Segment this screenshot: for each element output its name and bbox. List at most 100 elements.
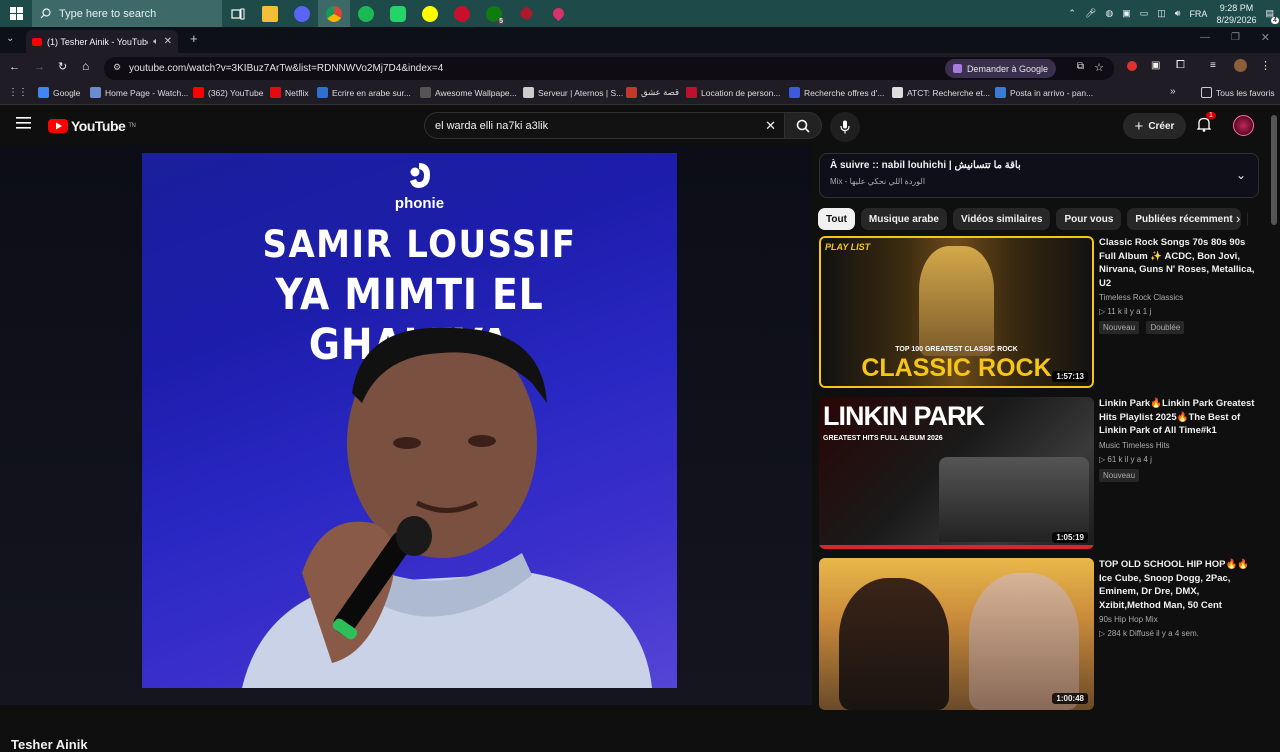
install-icon[interactable]: ⧉ (1077, 61, 1084, 72)
video-player[interactable]: phonie SAMIR LOUSSIF YA MIMTI EL GHALEYA… (0, 145, 812, 752)
profile-avatar[interactable] (1234, 59, 1247, 72)
taskbar-app-red[interactable] (446, 0, 478, 27)
recommendation-thumbnail[interactable]: LINKIN PARK GREATEST HITS FULL ALBUM 202… (819, 397, 1094, 549)
recommendation-item[interactable]: LINKIN PARK GREATEST HITS FULL ALBUM 202… (819, 397, 1264, 549)
forward-icon[interactable]: → (34, 61, 45, 73)
chips-next-icon[interactable]: › (1236, 211, 1240, 226)
app-tray-icon[interactable]: ▣ (1122, 8, 1131, 19)
taskbar-whatsapp[interactable] (382, 0, 414, 27)
tab-audio-icon[interactable]: 🔈︎ (153, 36, 158, 47)
bookmarks-overflow-icon[interactable]: » (1170, 86, 1176, 97)
youtube-search-button[interactable] (784, 112, 822, 139)
notification-center-icon[interactable]: ▤ 4 (1265, 8, 1279, 24)
bookmark-item[interactable]: Google (38, 87, 80, 98)
filter-chip[interactable]: Vidéos similaires (952, 208, 1051, 230)
back-icon[interactable]: ← (9, 61, 20, 73)
recommendation-channel[interactable]: Timeless Rock Classics (1099, 293, 1261, 302)
voice-search-button[interactable] (830, 112, 860, 142)
filter-chip[interactable]: Pour vous (1056, 208, 1122, 230)
bookmark-item[interactable]: Location de person... (686, 87, 780, 98)
browser-tab-active[interactable]: (1) Tesher Ainik - YouTube 🔈︎ ✕ (26, 30, 178, 53)
account-avatar[interactable] (1233, 115, 1254, 136)
minimize-button[interactable]: — (1200, 32, 1210, 43)
reload-icon[interactable]: ↻ (58, 60, 67, 73)
recommendation-channel[interactable]: 90s Hip Hop Mix (1099, 615, 1261, 624)
video-overlay-title[interactable]: Tesher Ainik (11, 737, 88, 752)
extension-red-icon[interactable] (1127, 61, 1137, 71)
filter-chip[interactable]: Musique arabe (860, 208, 947, 230)
bookmark-item[interactable]: Serveur | Aternos | S... (523, 87, 623, 98)
network-icon[interactable]: ◫ (1157, 8, 1166, 19)
ask-google-button[interactable]: Demander à Google (944, 59, 1056, 78)
tab-search-icon[interactable]: ⌄ (6, 33, 14, 44)
taskbar-app-pink[interactable] (542, 0, 574, 27)
bookmark-item[interactable]: Recherche offres d'... (789, 87, 884, 98)
taskbar-chrome[interactable] (318, 0, 350, 27)
recommendation-views: ▷ 11 k il y a 1 j (1099, 307, 1152, 316)
window-close-button[interactable]: ✕ (1261, 31, 1270, 44)
recommendation-item[interactable]: 1:00:48 TOP OLD SCHOOL HIP HOP🔥🔥 Ice Cub… (819, 558, 1264, 710)
chevron-down-icon[interactable]: ⌄ (1236, 168, 1246, 182)
battery-icon[interactable]: ▭ (1140, 8, 1149, 19)
extension-icon[interactable]: ▣ (1151, 60, 1160, 71)
taskbar-task-view[interactable] (222, 0, 254, 27)
recommendation-views: ▷ 61 k il y a 4 j (1099, 454, 1152, 464)
filter-chip[interactable]: Ré (1246, 208, 1248, 230)
bookmark-star-icon[interactable]: ☆ (1094, 61, 1104, 74)
all-bookmarks[interactable]: Tous les favoris (1201, 87, 1275, 98)
volume-icon[interactable]: 🔊︎ (1175, 8, 1181, 19)
site-info-icon[interactable]: ⚙︎ (113, 62, 121, 73)
recommendation-item[interactable]: PLAY LIST TOP 100 GREATEST CLASSIC ROCK … (819, 236, 1264, 388)
maximize-button[interactable]: ❐ (1231, 32, 1240, 43)
taskbar-snapchat[interactable] (414, 0, 446, 27)
notifications-button[interactable]: 1 (1197, 112, 1216, 132)
youtube-logo[interactable]: YouTube TN (48, 118, 136, 134)
taskbar-xbox[interactable]: 5 (478, 0, 510, 27)
language-indicator[interactable]: FRA (1189, 9, 1207, 19)
recommendation-title[interactable]: TOP OLD SCHOOL HIP HOP🔥🔥 Ice Cube, Snoop… (1099, 558, 1261, 612)
bookmark-item[interactable]: Ecrire en arabe sur... (317, 87, 411, 98)
taskbar-file-explorer[interactable] (254, 0, 286, 27)
video-duration: 1:05:19 (1052, 532, 1088, 543)
bookmark-item[interactable]: قصة عشق (626, 87, 679, 98)
bookmark-item[interactable]: ATCT: Recherche et... (892, 87, 990, 98)
create-button[interactable]: + Créer (1123, 113, 1186, 139)
youtube-search-input[interactable]: el warda elli na7ki a3lik ✕ (424, 112, 786, 139)
start-button[interactable] (0, 0, 32, 27)
recommendation-thumbnail[interactable]: 1:00:48 (819, 558, 1094, 710)
apps-grid-icon[interactable]: ⋮⋮ (8, 87, 28, 98)
filter-chip[interactable]: Tout (818, 208, 855, 230)
recommendation-channel[interactable]: Music Timeless Hits (1099, 441, 1261, 450)
app-red-icon (454, 5, 470, 22)
clock[interactable]: 9:28 PM 8/29/2026 (1216, 2, 1256, 26)
bookmark-item[interactable]: Netflix (270, 87, 309, 98)
bookmark-item[interactable]: Posta in arrivo - pan... (995, 87, 1093, 98)
address-bar[interactable]: ⚙︎ youtube.com/watch?v=3KIBuz7ArTw&list=… (104, 57, 1114, 80)
bookmark-favicon-icon (90, 87, 101, 98)
browser-menu-icon[interactable]: ⋮ (1260, 59, 1271, 72)
chevron-up-icon[interactable]: ⌃ (1068, 8, 1076, 19)
bookmark-item[interactable]: Awesome Wallpape... (420, 87, 517, 98)
recommendation-title[interactable]: Classic Rock Songs 70s 80s 90s Full Albu… (1099, 236, 1261, 290)
reading-list-icon[interactable]: ≡ (1210, 60, 1216, 71)
microphone-tray-icon[interactable]: 🎤︎ (1085, 8, 1096, 19)
home-icon[interactable]: ⌂ (82, 59, 89, 73)
clear-search-icon[interactable]: ✕ (765, 118, 776, 134)
recommendation-views: ▷ 284 k Diffusé il y a 4 sem. (1099, 629, 1199, 638)
security-icon[interactable]: ◍ (1105, 8, 1113, 19)
extensions-puzzle-icon[interactable]: ⧠ (1176, 59, 1185, 72)
hamburger-menu-icon[interactable] (16, 117, 31, 129)
bookmark-item[interactable]: (362) YouTube (193, 87, 263, 98)
page-scrollbar[interactable] (1271, 115, 1277, 225)
up-next-panel[interactable]: À suivre :: nabil louhichi | باقة ما تتس… (819, 153, 1259, 198)
taskbar-search[interactable]: Type here to search (32, 0, 222, 27)
taskbar-discord[interactable] (286, 0, 318, 27)
bookmark-item[interactable]: Home Page - Watch... (90, 87, 188, 98)
taskbar-spotify[interactable] (350, 0, 382, 27)
new-tab-button[interactable]: + (190, 31, 198, 46)
recommendation-title[interactable]: Linkin Park🔥Linkin Park Greatest Hits Pl… (1099, 397, 1261, 438)
recommendation-thumbnail[interactable]: PLAY LIST TOP 100 GREATEST CLASSIC ROCK … (819, 236, 1094, 388)
filter-chip[interactable]: Publiées récemment (1127, 208, 1241, 230)
tab-close-icon[interactable]: ✕ (164, 36, 172, 47)
taskbar-game-app[interactable] (510, 0, 542, 27)
